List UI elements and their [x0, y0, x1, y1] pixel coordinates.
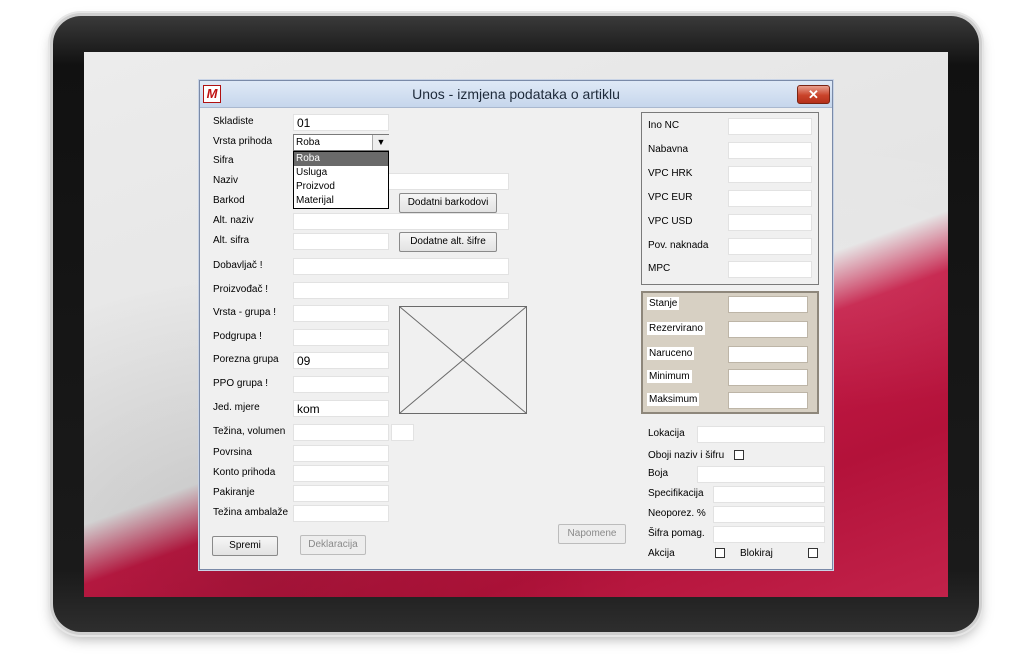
label-sifra-pomag: Šifra pomag. [648, 528, 705, 539]
label-povrsina: Povrsina [213, 447, 252, 458]
label-naziv: Naziv [213, 175, 239, 186]
lokacija-input[interactable] [697, 426, 825, 443]
minimum-input[interactable] [728, 369, 808, 386]
rezervirano-input[interactable] [728, 321, 808, 338]
label-specifikacija: Specifikacija [648, 488, 704, 499]
dropdown-option-materijal[interactable]: Materijal [294, 194, 388, 208]
oboji-naziv-checkbox[interactable] [734, 450, 744, 460]
vrsta-grupa-input[interactable] [293, 305, 389, 322]
vpc-eur-input[interactable] [728, 190, 812, 207]
povrsina-input[interactable] [293, 445, 389, 462]
proizvodac-input[interactable] [293, 282, 509, 299]
spremi-button[interactable]: Spremi [212, 536, 278, 556]
label-vpc-usd: VPC USD [648, 216, 693, 227]
label-pakiranje: Pakiranje [213, 487, 255, 498]
label-boja: Boja [648, 468, 669, 479]
label-akcija: Akcija [648, 548, 675, 559]
podgrupa-input[interactable] [293, 329, 389, 346]
label-vpc-hrk: VPC HRK [648, 168, 693, 179]
dropdown-option-proizvod[interactable]: Proizvod [294, 180, 388, 194]
label-proizvodac: Proizvođač ! [213, 284, 269, 295]
dodatne-alt-sifre-button[interactable]: Dodatne alt. šifre [399, 232, 497, 252]
ppo-grupa-input[interactable] [293, 376, 389, 393]
sifra-pomag-input[interactable] [713, 526, 825, 543]
vrsta-prihoda-dropdown[interactable]: Roba Usluga Proizvod Materijal [293, 151, 389, 209]
vrsta-prihoda-select[interactable]: Roba ▼ [293, 134, 389, 151]
mpc-input[interactable] [728, 261, 812, 278]
dobavljac-input[interactable] [293, 258, 509, 275]
nabavna-input[interactable] [728, 142, 812, 159]
label-naruceno: Naruceno [647, 347, 695, 360]
label-porezna-grupa: Porezna grupa [213, 354, 279, 365]
label-alt-naziv: Alt. naziv [213, 215, 254, 226]
label-vpc-eur: VPC EUR [648, 192, 693, 203]
label-neoporez: Neoporez. % [648, 508, 706, 519]
alt-naziv-input[interactable] [293, 213, 509, 230]
label-skladiste: Skladiste [213, 116, 254, 127]
label-blokiraj: Blokiraj [740, 548, 773, 559]
tezina-volumen-unit-input[interactable] [391, 424, 414, 441]
label-konto-prihoda: Konto prihoda [213, 467, 276, 478]
label-dobavljac: Dobavljač ! [213, 260, 263, 271]
boja-input[interactable] [697, 466, 825, 483]
article-image-placeholder[interactable] [399, 306, 527, 414]
ino-nc-input[interactable] [728, 118, 812, 135]
label-alt-sifra: Alt. sifra [213, 235, 250, 246]
label-jed-mjere: Jed. mjere [213, 402, 260, 413]
label-oboji-naziv: Oboji naziv i šifru [648, 450, 725, 461]
dropdown-option-usluga[interactable]: Usluga [294, 166, 388, 180]
blokiraj-checkbox[interactable] [808, 548, 818, 558]
maksimum-input[interactable] [728, 392, 808, 409]
naruceno-input[interactable] [728, 346, 808, 363]
vrsta-prihoda-value: Roba [296, 137, 320, 148]
label-ppo-grupa: PPO grupa ! [213, 378, 269, 389]
pakiranje-input[interactable] [293, 485, 389, 502]
jed-mjere-input[interactable]: kom [293, 400, 389, 417]
neoporez-input[interactable] [713, 506, 825, 523]
porezna-grupa-input[interactable]: 09 [293, 352, 389, 369]
window-title: Unos - izmjena podataka o artiklu [412, 86, 620, 102]
label-rezervirano: Rezervirano [647, 322, 705, 335]
dropdown-option-roba[interactable]: Roba [294, 152, 388, 166]
label-vrsta-grupa: Vrsta - grupa ! [213, 307, 276, 318]
image-placeholder-icon [400, 307, 526, 413]
label-nabavna: Nabavna [648, 144, 689, 155]
label-mpc: MPC [648, 263, 671, 274]
label-podgrupa: Podgrupa ! [213, 331, 262, 342]
tezina-volumen-input[interactable] [293, 424, 389, 441]
pov-naknada-input[interactable] [728, 238, 812, 255]
label-stanje: Stanje [647, 297, 680, 310]
label-sifra: Sifra [213, 155, 234, 166]
label-maksimum: Maksimum [647, 393, 700, 406]
deklaracija-button[interactable]: Deklaracija [300, 535, 366, 555]
konto-prihoda-input[interactable] [293, 465, 389, 482]
dodatni-barkodovi-button[interactable]: Dodatni barkodovi [399, 193, 497, 213]
label-pov-naknada: Pov. naknada [648, 240, 709, 251]
tezina-ambalaze-input[interactable] [293, 505, 389, 522]
close-button[interactable]: ✕ [797, 85, 830, 104]
alt-sifra-input[interactable] [293, 233, 389, 250]
label-barkod: Barkod [213, 195, 245, 206]
label-ino-nc: Ino NC [648, 120, 680, 131]
article-edit-window: M Unos - izmjena podataka o artiklu ✕ Sk… [199, 80, 833, 570]
label-tezina-volumen: Težina, volumen [213, 426, 286, 437]
specifikacija-input[interactable] [713, 486, 825, 503]
vpc-usd-input[interactable] [728, 214, 812, 231]
label-tezina-ambalaze: Težina ambalaže [213, 507, 289, 518]
label-vrsta-prihoda: Vrsta prihoda [213, 136, 273, 147]
vpc-hrk-input[interactable] [728, 166, 812, 183]
label-lokacija: Lokacija [648, 428, 685, 439]
chevron-down-icon[interactable]: ▼ [372, 135, 389, 150]
akcija-checkbox[interactable] [715, 548, 725, 558]
napomene-button[interactable]: Napomene [558, 524, 626, 544]
skladiste-input[interactable]: 01 [293, 114, 389, 131]
stanje-input[interactable] [728, 296, 808, 313]
label-minimum: Minimum [647, 370, 692, 383]
